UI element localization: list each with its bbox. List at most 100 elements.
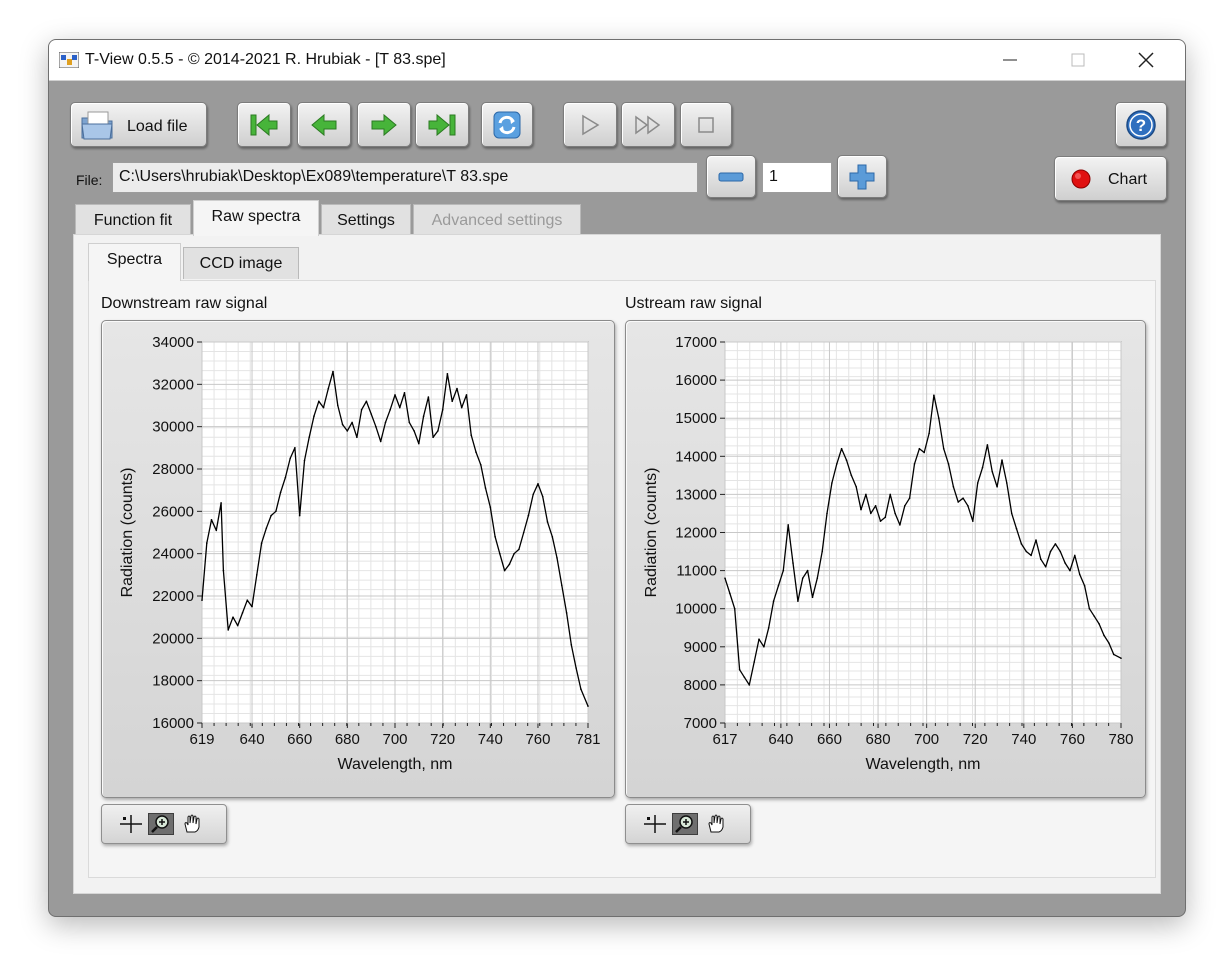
upstream-x-axis-label: Wavelength, nm [865,756,980,773]
load-file-label: Load file [127,117,188,135]
downstream-chart-title: Downstream raw signal [101,295,268,312]
previous-file-icon [311,113,337,136]
hand-icon [184,814,200,833]
downstream-data-point [275,510,277,513]
refresh-icon [493,111,521,138]
fast-forward-icon [635,115,661,134]
downstream-data-point [499,552,501,555]
load-file-button[interactable]: Load file [70,102,207,147]
downstream-data-point [294,447,296,449]
file-index-field[interactable]: 1 [762,162,832,193]
upstream-data-point [913,463,916,465]
upstream-data-point [748,684,751,686]
upstream-data-point [879,520,882,522]
help-button[interactable]: ? [1115,102,1167,147]
maximize-button[interactable] [1045,40,1111,80]
upstream-y-tick-label: 9000 [684,639,717,656]
upstream-data-point [981,466,984,469]
upstream-data-point [1083,585,1086,587]
downstream-data-point [379,440,382,443]
downstream-data-point [503,569,506,572]
tab-function-fit[interactable]: Function fit [75,204,191,236]
increment-button[interactable] [837,155,887,198]
upstream-zoom-tool[interactable] [672,813,698,835]
downstream-data-point [537,483,539,485]
downstream-data-point [256,574,258,576]
downstream-cursor-tool[interactable] [118,813,144,835]
upstream-data-point [850,474,853,477]
previous-file-button[interactable] [297,102,351,147]
upstream-pan-tool[interactable] [704,813,730,835]
upstream-chart-title: Ustream raw signal [625,295,762,312]
upstream-data-point [923,451,925,454]
upstream-data-point [889,493,891,496]
downstream-data-point [308,436,310,439]
chart-button[interactable]: Chart [1054,156,1167,201]
downstream-data-point [215,529,218,532]
fast-forward-button[interactable] [621,102,675,147]
downstream-data-point [575,667,577,669]
tab-ccd-image[interactable]: CCD image [183,247,299,279]
downstream-data-point [551,535,554,538]
downstream-data-point [546,521,549,523]
downstream-data-point [465,394,468,396]
downstream-data-point [446,373,449,375]
downstream-data-point [556,557,558,559]
upstream-y-tick-label: 10000 [675,601,717,618]
downstream-data-point [236,624,239,627]
upstream-data-point [1078,573,1081,576]
downstream-zoom-tool[interactable] [148,813,174,835]
downstream-data-point [356,436,358,439]
downstream-data-point [389,408,392,411]
downstream-data-point [346,430,349,432]
downstream-data-point [413,430,415,432]
tab-spectra[interactable]: Spectra [88,243,181,281]
downstream-data-point [351,421,353,424]
file-label: File: [76,172,103,188]
downstream-y-tick-label: 20000 [152,630,194,647]
upstream-x-tick-label: 640 [768,731,793,748]
last-file-button[interactable] [415,102,469,147]
upstream-data-point [962,497,964,499]
close-button[interactable] [1113,40,1179,80]
first-file-icon [250,113,278,136]
downstream-data-point [508,563,511,566]
upstream-data-point [1049,550,1052,553]
upstream-y-tick-label: 11000 [676,563,717,580]
downstream-x-tick-label: 640 [240,731,265,748]
help-icon: ? [1126,109,1156,140]
minimize-button[interactable] [977,40,1043,80]
downstream-data-point [451,400,454,403]
refresh-button[interactable] [481,102,533,147]
downstream-data-point [532,493,534,496]
title-bar: T-View 0.5.5 - © 2014-2021 R. Hrubiak - … [49,40,1185,81]
tab-advanced-settings[interactable]: Advanced settings [413,204,581,236]
upstream-data-point [787,524,789,526]
upstream-data-point [758,638,760,640]
stop-button[interactable] [680,102,732,147]
decrement-button[interactable] [706,155,756,198]
downstream-data-point [475,451,477,453]
tab-raw-spectra[interactable]: Raw spectra [193,200,319,236]
upstream-data-point [860,508,862,511]
tab-settings[interactable]: Settings [321,204,411,236]
downstream-y-tick-label: 32000 [152,376,194,393]
upstream-data-point [792,562,794,564]
upstream-cursor-tool[interactable] [642,813,668,835]
play-button[interactable] [563,102,617,147]
upstream-data-point [899,524,901,526]
file-path-field[interactable]: C:\Users\hrubiak\Desktop\Ex089\temperatu… [112,162,698,193]
upstream-y-tick-label: 14000 [675,448,717,465]
downstream-data-point [432,436,434,439]
first-file-button[interactable] [237,102,291,147]
upstream-data-point [1098,623,1100,625]
zoom-icon [675,815,693,833]
downstream-data-point [284,476,287,479]
downstream-data-point [303,459,306,462]
upstream-data-point [1001,459,1003,461]
next-file-button[interactable] [357,102,411,147]
upstream-data-point [1044,566,1047,568]
downstream-pan-tool[interactable] [180,813,206,835]
downstream-chart[interactable]: 619 640 660 680 700 720 740 760 781 16000 18000 200… [102,321,616,799]
upstream-chart[interactable]: 617 640 660 680 700 720 740 760 780 7000 8000 9000 1… [626,321,1147,799]
